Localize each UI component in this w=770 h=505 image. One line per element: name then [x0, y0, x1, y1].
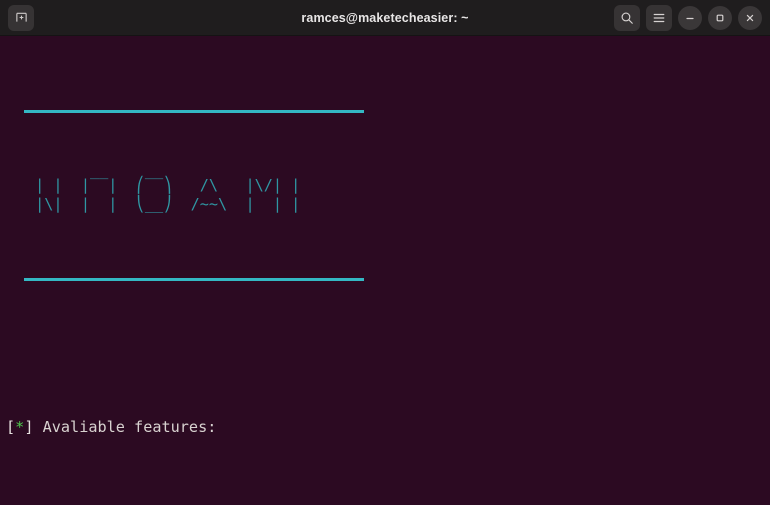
hamburger-menu-button[interactable] [646, 4, 672, 31]
features-header: [*] Avaliable features: [2, 418, 770, 438]
ascii-banner-line-2: |\| | | ⎝__⎠ /~~\ | | | [26, 195, 301, 214]
features-header-symbol: * [15, 417, 25, 436]
search-icon [621, 12, 633, 24]
features-header-bracket-open: [ [6, 417, 16, 436]
title-bar: ramces@maketecheasier: ~ [0, 0, 770, 36]
hamburger-menu-icon [653, 13, 665, 22]
close-button[interactable] [738, 5, 762, 30]
maximize-button[interactable] [708, 5, 732, 30]
terminal-window: ramces@maketecheasier: ~ | | |‾‾| ⎛‾‾⎞ /… [0, 0, 770, 505]
new-tab-icon [15, 12, 27, 22]
terminal-content[interactable]: | | |‾‾| ⎛‾‾⎞ /\ |\/| | |\| | | ⎝__⎠ /~~… [0, 36, 770, 505]
banner-rule-bottom [24, 277, 364, 281]
close-icon [746, 14, 754, 21]
features-header-label: Avaliable features: [42, 417, 217, 436]
banner-rule-top [24, 109, 364, 113]
minimize-icon [686, 17, 694, 19]
title-bar-left-controls [8, 4, 34, 31]
title-bar-right-controls [614, 4, 762, 31]
ascii-banner: | | |‾‾| ⎛‾‾⎞ /\ |\/| | |\| | | ⎝__⎠ /~~… [2, 176, 770, 215]
ascii-banner-line-1: | | |‾‾| ⎛‾‾⎞ /\ |\/| | [26, 175, 301, 194]
new-tab-button[interactable] [8, 4, 34, 31]
maximize-icon [716, 14, 724, 21]
features-header-bracket-close: ] [24, 417, 34, 436]
search-button[interactable] [614, 4, 640, 31]
minimize-button[interactable] [678, 5, 702, 30]
